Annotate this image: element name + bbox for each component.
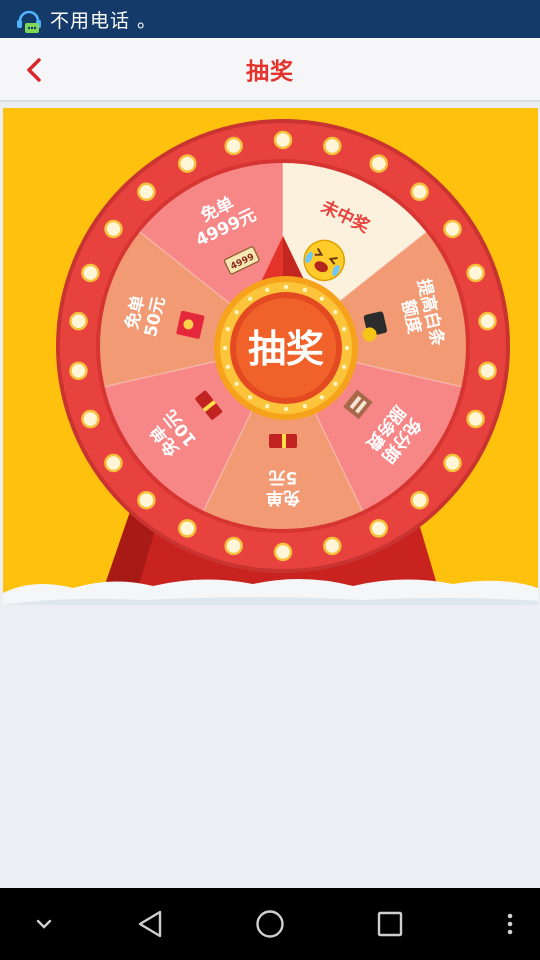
nav-home-button[interactable]: [250, 906, 290, 942]
rim-light: [466, 263, 485, 283]
page-title: 抽奖: [246, 59, 294, 85]
rim-light: [69, 361, 88, 381]
rim-light: [273, 130, 293, 150]
lottery-banner: 未中奖 提高白条 额度 免分期 服务费 免单 5元 免单 10元 免单 50元 免单 4999元 4999…: [3, 108, 538, 605]
rim-light: [81, 263, 100, 283]
chevron-left-icon: [27, 58, 41, 82]
nav-back-button[interactable]: [130, 906, 170, 942]
rim-light: [224, 536, 243, 556]
rim-light: [443, 219, 462, 239]
rim-light: [81, 409, 100, 429]
back-button[interactable]: [14, 48, 56, 92]
rim-light: [273, 542, 293, 562]
rim-light: [443, 453, 462, 473]
circle-home-icon: [256, 910, 284, 938]
rim-light: [410, 182, 429, 202]
rim-light: [69, 311, 88, 331]
lottery-wheel[interactable]: 未中奖提高白条额度免分期服务费免单5元免单10元免单50元免单4999元4999…: [3, 108, 538, 605]
collapse-button[interactable]: [24, 906, 64, 942]
rim-light: [104, 453, 123, 473]
coupon-icon: [269, 434, 297, 448]
rim-light: [478, 361, 497, 381]
rim-light: [178, 519, 197, 538]
triangle-back-icon: [138, 910, 162, 938]
nav-menu-button[interactable]: [490, 906, 530, 942]
prize-label: 免单: [266, 487, 300, 508]
chat-bubble-icon: [17, 10, 41, 33]
draw-button-label: 抽奖: [248, 327, 324, 371]
draw-button[interactable]: 抽奖: [214, 276, 358, 420]
rim-light: [323, 136, 342, 156]
app-bar: 抽奖: [0, 38, 540, 102]
prize-label: 5元: [269, 467, 298, 487]
square-recents-icon: [377, 911, 403, 937]
rim-light: [410, 490, 429, 510]
more-vertical-icon: [507, 913, 513, 935]
content-area: [0, 605, 540, 888]
rim-light: [104, 219, 123, 239]
rim-light: [137, 182, 156, 202]
nav-recents-button[interactable]: [370, 906, 410, 942]
status-bar: 不用电话 。: [0, 0, 540, 38]
rim-light: [369, 519, 388, 538]
rim-light: [224, 136, 243, 156]
notification-text: 不用电话 。: [50, 9, 158, 32]
rim-light: [369, 154, 388, 173]
rim-light: [466, 409, 485, 429]
prize-slot: 免单5元: [266, 434, 300, 508]
rim-light: [323, 536, 342, 556]
rim-light: [137, 490, 156, 510]
chevron-down-icon: [36, 919, 52, 929]
rim-light: [478, 311, 497, 331]
navigation-bar: [0, 888, 540, 960]
rim-light: [178, 154, 197, 173]
